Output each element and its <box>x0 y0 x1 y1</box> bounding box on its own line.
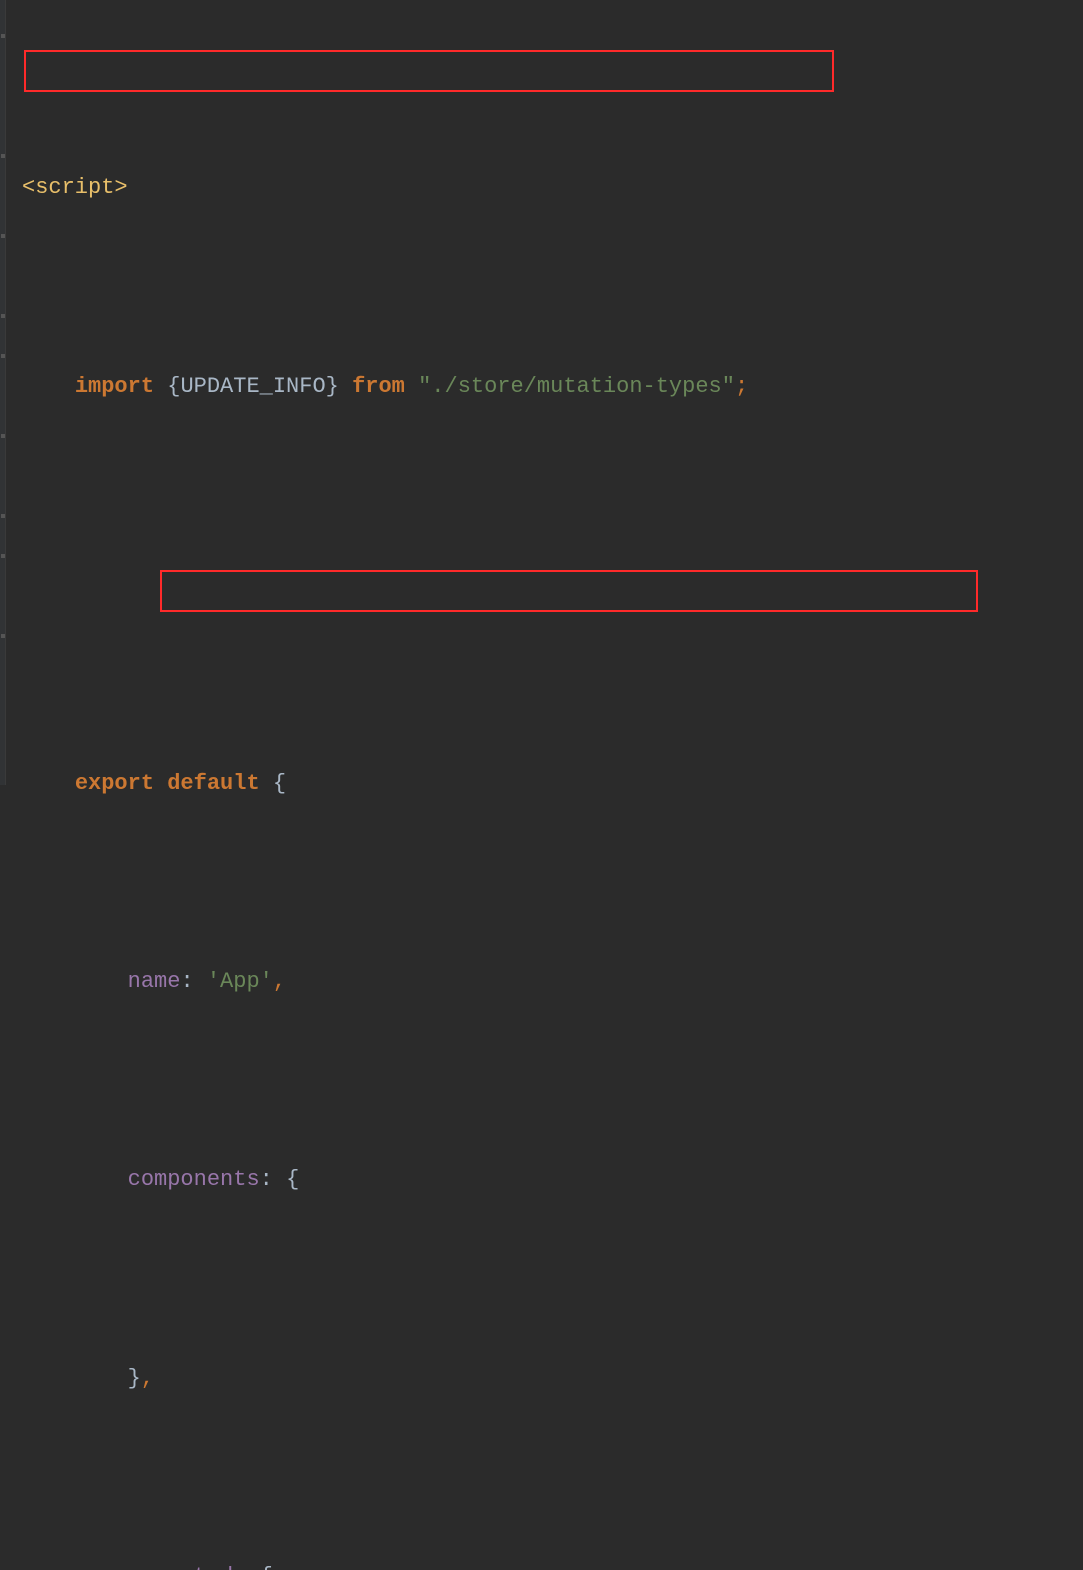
string-literal: 'App' <box>207 969 273 994</box>
indent <box>22 1167 128 1192</box>
space <box>339 374 352 399</box>
colon: : <box>233 1564 246 1570</box>
code-editor[interactable]: <script> import {UPDATE_INFO} from "./st… <box>0 0 1083 1570</box>
comma: , <box>141 1366 154 1391</box>
semicolon: ; <box>735 374 748 399</box>
space <box>194 969 207 994</box>
keyword-export: export <box>75 771 154 796</box>
keyword-from: from <box>352 374 405 399</box>
string-literal: "./store/mutation-types" <box>418 374 735 399</box>
indent <box>22 374 75 399</box>
brace: { <box>260 1564 273 1570</box>
space <box>154 374 167 399</box>
brace: { <box>273 771 286 796</box>
space <box>154 771 167 796</box>
space <box>246 1564 259 1570</box>
brace: { <box>167 374 180 399</box>
comma: , <box>273 969 286 994</box>
colon: : <box>260 1167 273 1192</box>
code-line[interactable]: <script> <box>4 168 1083 208</box>
brace: } <box>326 374 339 399</box>
code-line-blank[interactable] <box>4 565 1083 605</box>
code-line[interactable]: name: 'App', <box>4 962 1083 1002</box>
space <box>260 771 273 796</box>
keyword-import: import <box>75 374 154 399</box>
indent <box>22 1366 128 1391</box>
code-line[interactable]: export default { <box>4 764 1083 804</box>
tag-open: < <box>22 175 35 200</box>
space <box>405 374 418 399</box>
keyword-default: default <box>167 771 259 796</box>
brace: } <box>128 1366 141 1391</box>
indent <box>22 771 75 796</box>
code-line[interactable]: }, <box>4 1359 1083 1399</box>
property-components: components <box>128 1167 260 1192</box>
property-name: name <box>128 969 181 994</box>
colon: : <box>180 969 193 994</box>
brace: { <box>286 1167 299 1192</box>
identifier-const: UPDATE_INFO <box>180 374 325 399</box>
tag-name: script <box>35 175 114 200</box>
indent <box>22 1564 128 1570</box>
space <box>273 1167 286 1192</box>
property-computed: computed <box>128 1564 234 1570</box>
indent <box>22 969 128 994</box>
tag-close: > <box>114 175 127 200</box>
code-line[interactable]: components: { <box>4 1160 1083 1200</box>
code-line[interactable]: import {UPDATE_INFO} from "./store/mutat… <box>4 367 1083 407</box>
code-line[interactable]: computed: { <box>4 1557 1083 1570</box>
